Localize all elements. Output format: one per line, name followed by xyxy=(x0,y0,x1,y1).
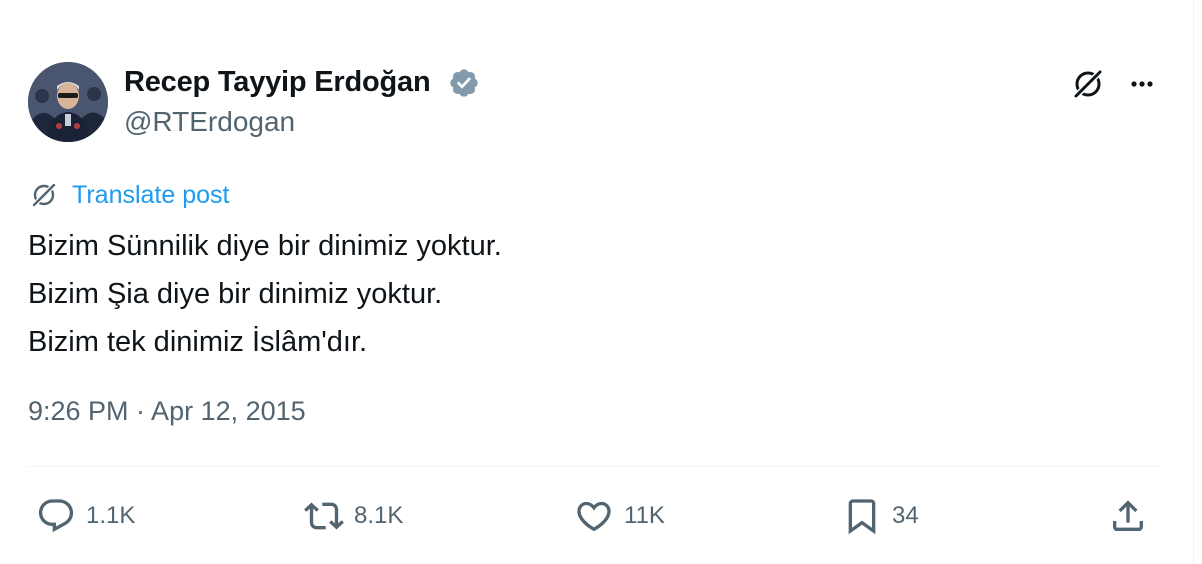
bookmark-icon xyxy=(848,499,876,535)
tweet-text-line: Bizim Sünnilik diye bir dinimiz yoktur. xyxy=(28,230,502,262)
heart-icon xyxy=(577,501,611,532)
repost-button[interactable]: 8.1K xyxy=(304,496,403,536)
grok-icon xyxy=(1072,68,1104,100)
like-button[interactable]: 11K xyxy=(574,496,665,536)
translate-post-link[interactable]: Translate post xyxy=(28,178,229,212)
translate-icon xyxy=(31,182,57,208)
bookmark-count: 34 xyxy=(892,502,919,529)
like-count: 11K xyxy=(624,502,665,529)
author-display-name[interactable]: Recep Tayyip Erdoğan xyxy=(124,66,431,99)
share-button[interactable] xyxy=(1108,496,1148,536)
tweet-timestamp[interactable]: 9:26 PM · Apr 12, 2015 xyxy=(28,396,306,427)
divider xyxy=(28,466,1160,467)
tweet-card: Recep Tayyip Erdoğan @RTErdogan Translat… xyxy=(0,0,1193,564)
repost-count: 8.1K xyxy=(354,502,404,529)
grok-button[interactable] xyxy=(1068,64,1108,104)
translate-label[interactable]: Translate post xyxy=(72,181,229,210)
repost-icon xyxy=(304,502,344,530)
avatar[interactable] xyxy=(28,62,108,142)
reply-icon xyxy=(38,499,74,533)
tweet-text-line: Bizim tek dinimiz İslâm'dır. xyxy=(28,326,368,358)
reply-count: 1.1K xyxy=(86,502,136,529)
share-icon xyxy=(1113,500,1143,531)
tweet-text: Bizim Sünnilik diye bir dinimiz yoktur. … xyxy=(28,222,502,366)
bookmark-button[interactable]: 34 xyxy=(842,496,919,536)
more-icon xyxy=(1131,81,1153,87)
tweet-text-line: Bizim Şia diye bir dinimiz yoktur. xyxy=(28,278,443,310)
reply-button[interactable]: 1.1K xyxy=(36,496,135,536)
verified-badge-icon[interactable] xyxy=(448,67,480,99)
column-border xyxy=(1193,0,1194,564)
avatar-image xyxy=(28,62,108,142)
author-handle[interactable]: @RTErdogan xyxy=(124,106,295,138)
more-options-button[interactable] xyxy=(1122,64,1162,104)
